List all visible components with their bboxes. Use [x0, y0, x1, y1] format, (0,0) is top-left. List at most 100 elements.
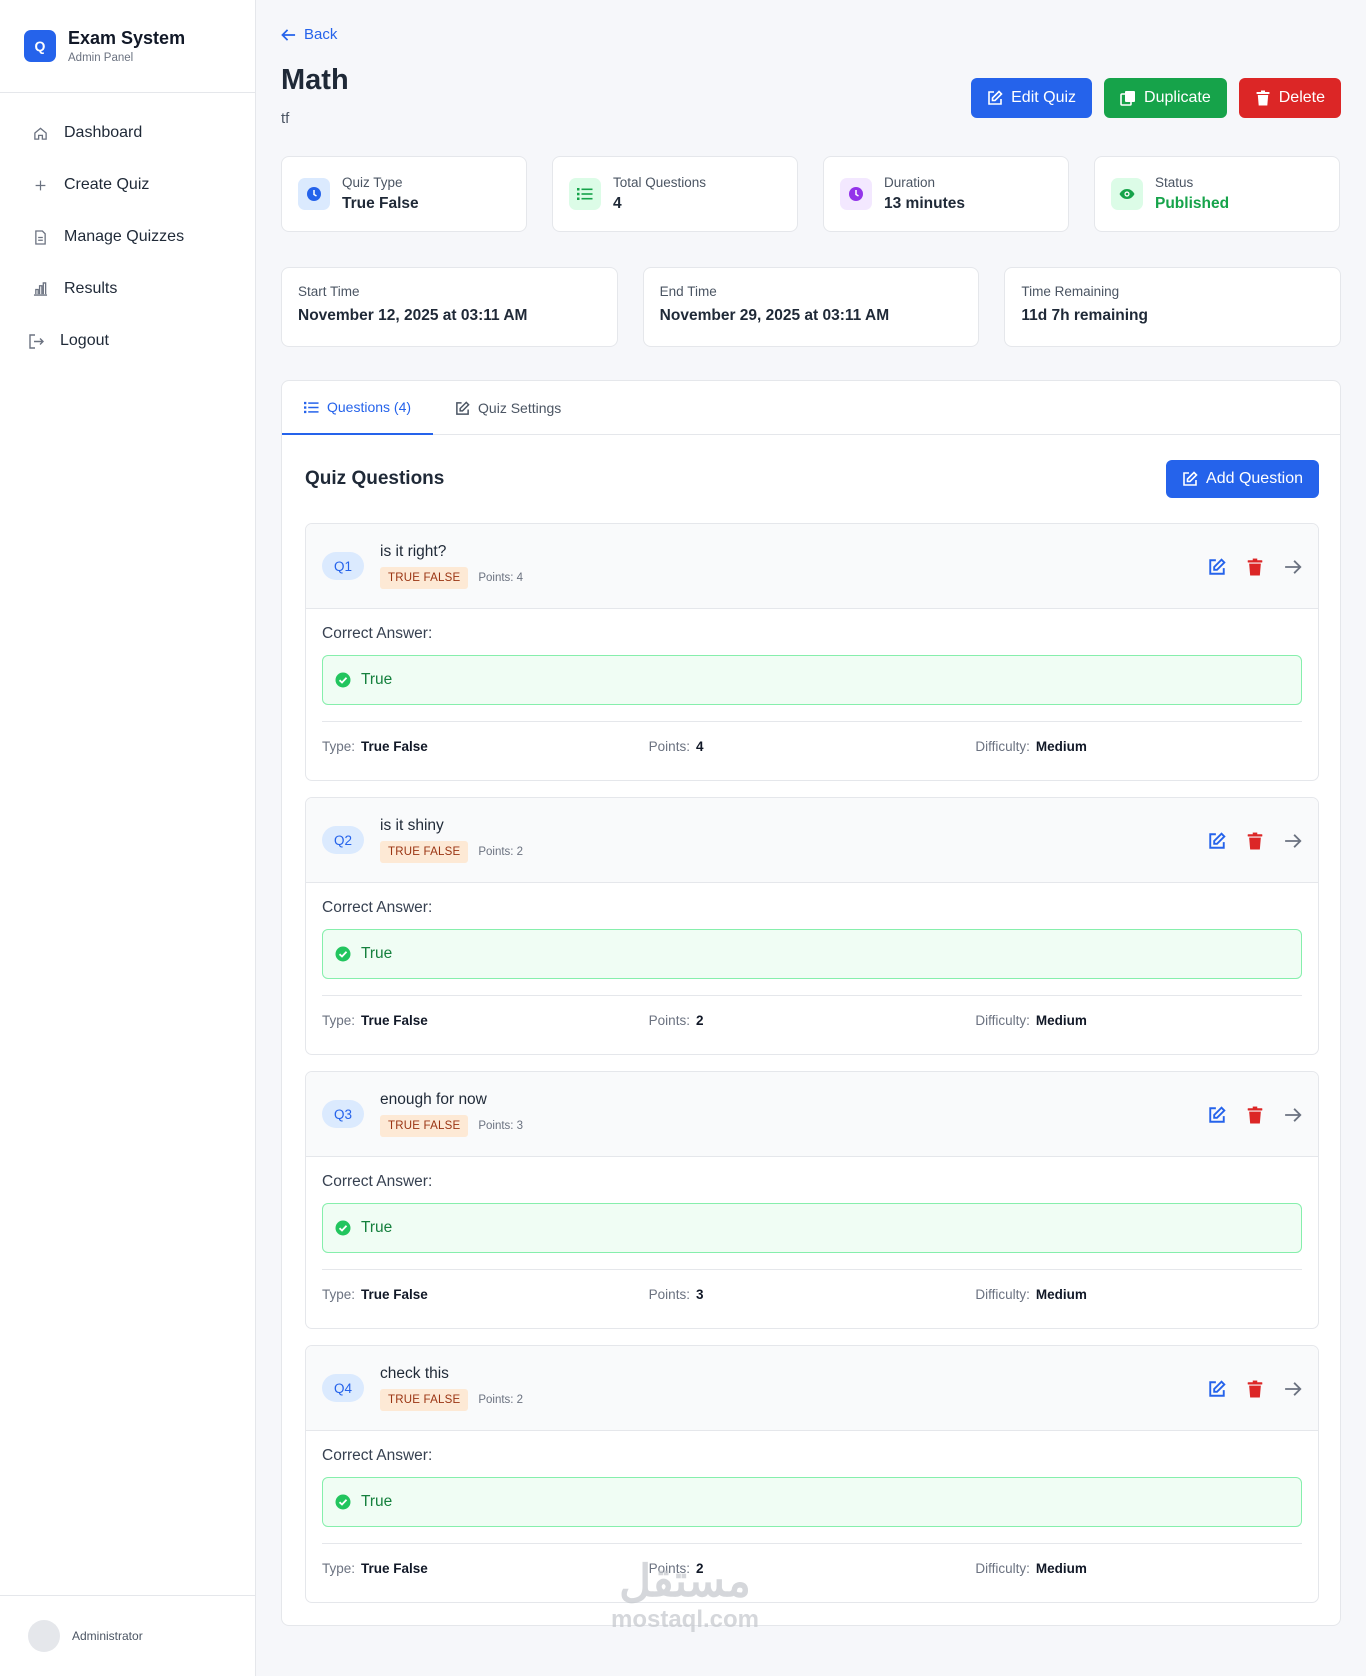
question-number-badge: Q3	[322, 1100, 365, 1128]
question-points: Points: 3	[478, 1120, 524, 1132]
avatar	[28, 1620, 60, 1652]
questions-panel: Questions (4) Quiz Settings Quiz Questio…	[281, 380, 1341, 1626]
start-time-card: Start Time November 12, 2025 at 03:11 AM	[281, 267, 618, 347]
watermark-latin: mostaql.com	[610, 1606, 760, 1633]
check-circle-icon	[335, 946, 351, 962]
home-icon	[30, 126, 50, 141]
correct-answer-value: True	[361, 945, 393, 962]
question-type-tag: TRUE FALSE	[380, 567, 469, 589]
points-key: Points:	[648, 739, 690, 754]
edit-quiz-label: Edit Quiz	[1011, 89, 1077, 106]
question-card: Q1 is it right? TRUE FALSE Points: 4 Cor…	[305, 523, 1319, 781]
question-number-badge: Q4	[322, 1374, 365, 1402]
check-circle-icon	[335, 1220, 351, 1236]
time-row: Start Time November 12, 2025 at 03:11 AM…	[281, 267, 1342, 347]
stat-value: 13 minutes	[884, 195, 965, 212]
tab-questions[interactable]: Questions (4)	[282, 381, 434, 435]
question-header: Q3 enough for now TRUE FALSE Points: 3	[306, 1072, 1318, 1157]
sidebar-nav: Dashboard Create Quiz Manage Quizzes Res…	[0, 93, 255, 367]
user-profile[interactable]: Administrator	[0, 1595, 255, 1676]
sidebar-item-dashboard[interactable]: Dashboard	[0, 107, 255, 159]
sidebar-item-manage-quizzes[interactable]: Manage Quizzes	[0, 211, 255, 263]
duplicate-button[interactable]: Duplicate	[1104, 78, 1227, 118]
edit-icon[interactable]	[1208, 1379, 1226, 1398]
correct-answer-label: Correct Answer:	[322, 1173, 433, 1190]
stat-value: True False	[342, 195, 419, 212]
sidebar-item-create-quiz[interactable]: Create Quiz	[0, 159, 255, 211]
file-icon	[30, 229, 50, 245]
stat-card-duration: Duration 13 minutes	[823, 156, 1069, 232]
time-remaining-card: Time Remaining 11d 7h remaining	[1004, 267, 1342, 347]
type-value: True False	[361, 1013, 428, 1028]
question-header: Q1 is it right? TRUE FALSE Points: 4	[306, 524, 1318, 609]
sidebar-item-label: Dashboard	[64, 124, 143, 141]
trash-icon[interactable]	[1246, 832, 1264, 850]
add-question-button[interactable]: Add Question	[1166, 460, 1319, 498]
difficulty-key: Difficulty:	[975, 739, 1030, 754]
type-key: Type:	[322, 1013, 356, 1028]
question-footer: Type: True False Points: 2 Difficulty: Medi…	[322, 1543, 1302, 1593]
stats-row: Quiz Type True False Total Questions 4 D…	[281, 156, 1341, 232]
delete-label: Delete	[1278, 89, 1325, 106]
arrow-right-icon[interactable]	[1284, 558, 1302, 576]
type-value: True False	[361, 739, 428, 754]
question-text: check this	[380, 1365, 449, 1382]
tab-label: Questions (4)	[327, 399, 412, 415]
page-subtitle: tf	[281, 110, 290, 127]
brand-subtitle: Admin Panel	[68, 52, 134, 64]
correct-answer-box: True	[322, 655, 1302, 705]
edit-icon	[456, 400, 470, 415]
back-link[interactable]: Back	[281, 26, 337, 43]
trash-icon[interactable]	[1246, 558, 1264, 576]
check-circle-icon	[335, 1494, 351, 1510]
question-points: Points: 4	[478, 572, 524, 584]
question-card: Q2 is it shiny TRUE FALSE Points: 2 Corr…	[305, 797, 1319, 1055]
sidebar-item-label: Create Quiz	[64, 176, 150, 193]
question-card: Q3 enough for now TRUE FALSE Points: 3 C…	[305, 1071, 1319, 1329]
arrow-right-icon[interactable]	[1284, 832, 1302, 850]
difficulty-value: Medium	[1035, 1561, 1087, 1576]
correct-answer-label: Correct Answer:	[322, 625, 433, 642]
points-key: Points:	[648, 1013, 690, 1028]
type-key: Type:	[322, 1287, 356, 1302]
arrow-left-icon	[281, 28, 296, 41]
page-title: Math	[281, 64, 349, 96]
edit-icon	[1183, 471, 1198, 486]
sidebar-item-logout[interactable]: Logout	[0, 315, 255, 367]
trash-icon[interactable]	[1246, 1380, 1264, 1398]
plus-icon	[30, 179, 50, 192]
edit-icon	[988, 90, 1003, 105]
correct-answer-value: True	[361, 671, 393, 688]
add-question-label: Add Question	[1206, 470, 1303, 487]
header-actions: Edit Quiz Duplicate Delete	[971, 78, 1341, 118]
trash-icon[interactable]	[1246, 1106, 1264, 1124]
question-footer: Type: True False Points: 3 Difficulty: Medi…	[322, 1269, 1302, 1319]
status-badge: Published	[1155, 195, 1230, 212]
sidebar-item-results[interactable]: Results	[0, 263, 255, 315]
question-points: Points: 2	[478, 1394, 524, 1406]
tab-quiz-settings[interactable]: Quiz Settings	[433, 381, 583, 435]
stat-label: Quiz Type	[342, 175, 403, 190]
arrow-right-icon[interactable]	[1284, 1106, 1302, 1124]
type-key: Type:	[322, 1561, 356, 1576]
edit-quiz-button[interactable]: Edit Quiz	[971, 78, 1093, 118]
tab-bar: Questions (4) Quiz Settings	[282, 381, 1340, 435]
question-number-badge: Q2	[322, 826, 365, 854]
arrow-right-icon[interactable]	[1284, 1380, 1302, 1398]
type-value: True False	[361, 1287, 428, 1302]
question-header: Q2 is it shiny TRUE FALSE Points: 2	[306, 798, 1318, 883]
delete-button[interactable]: Delete	[1238, 78, 1341, 118]
section-header: Quiz Questions Add Question	[305, 459, 1319, 499]
correct-answer-box: True	[322, 1477, 1302, 1527]
edit-icon[interactable]	[1208, 1105, 1226, 1124]
bar-chart-icon	[30, 282, 50, 296]
difficulty-value: Medium	[1035, 1287, 1087, 1302]
edit-icon[interactable]	[1208, 831, 1226, 850]
correct-answer-label: Correct Answer:	[322, 1447, 433, 1464]
stat-value: 4	[613, 195, 622, 212]
question-footer: Type: True False Points: 2 Difficulty: Medi…	[322, 995, 1302, 1045]
edit-icon[interactable]	[1208, 557, 1226, 576]
list-icon	[569, 178, 601, 210]
question-type-tag: TRUE FALSE	[380, 1389, 469, 1411]
correct-answer-value: True	[361, 1493, 393, 1510]
